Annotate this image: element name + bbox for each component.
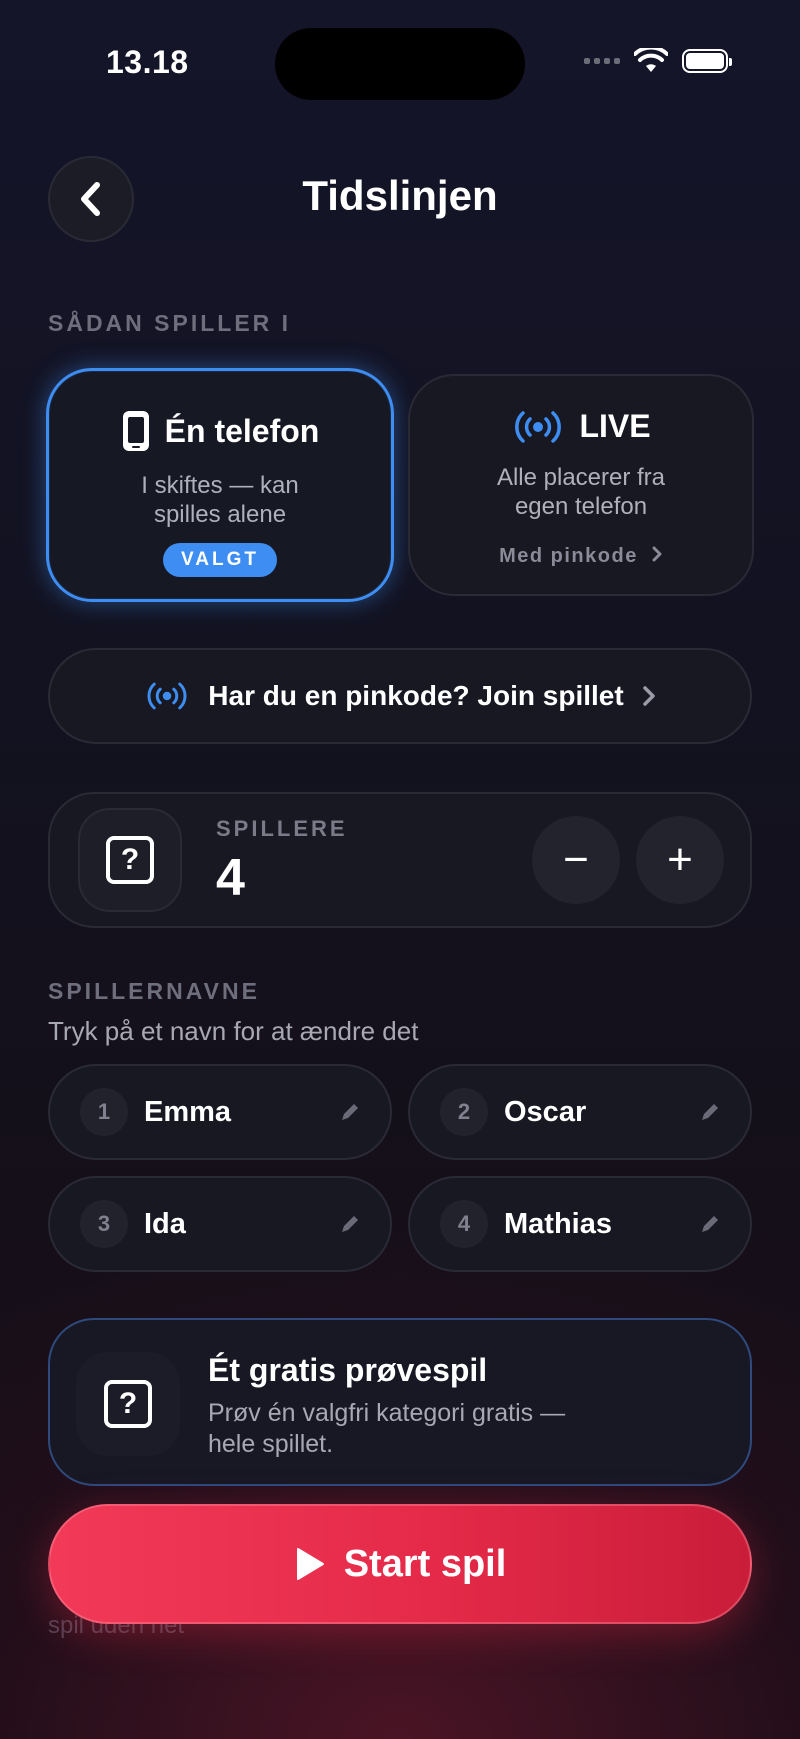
free-trial-card[interactable]: ? Ét gratis prøvespil Prøv én valgfri ka…: [48, 1318, 752, 1486]
trial-title: Ét gratis prøvespil: [208, 1352, 488, 1388]
player-name-chip[interactable]: 1 Emma: [48, 1064, 392, 1160]
pencil-icon: [702, 1104, 718, 1120]
join-label: Har du en pinkode? Join spillet: [208, 680, 624, 711]
status-icons: [584, 48, 732, 74]
mode-desc-line: I skiftes — kan: [141, 472, 299, 499]
names-hint: Tryk på et navn for at ændre det: [48, 1016, 419, 1046]
mode-desc-line: egen telefon: [514, 493, 648, 520]
mode-card-one-phone[interactable]: Én telefon I skiftes — kan spilles alene…: [46, 368, 394, 602]
join-with-pin-button[interactable]: Har du en pinkode? Join spillet: [48, 648, 752, 744]
trial-description: Prøv én valgfri kategori gratis — hele s…: [208, 1398, 565, 1460]
mode-card-live[interactable]: LIVE Alle placerer fra egen telefon Med …: [408, 374, 754, 596]
decrease-players-button[interactable]: −: [532, 816, 620, 904]
player-count-value: 4: [216, 849, 245, 907]
names-section-label: SPILLERNAVNE: [48, 978, 260, 1004]
player-number: 3: [80, 1200, 128, 1248]
player-name: Ida: [144, 1207, 186, 1240]
start-game-label: Start spil: [343, 1542, 507, 1585]
increase-players-button[interactable]: +: [636, 816, 724, 904]
mode-section-label: SÅDAN SPILLER I: [48, 310, 292, 336]
selected-badge: VALGT: [163, 543, 277, 577]
player-name-chip[interactable]: 3 Ida: [48, 1176, 392, 1272]
player-name-chip[interactable]: 4 Mathias: [408, 1176, 752, 1272]
player-count-label: SPILLERE: [216, 816, 348, 841]
mode-desc-line: Alle placerer fra: [496, 464, 666, 491]
player-icon-tile: ?: [78, 808, 182, 912]
mode-description: I skiftes — kan spilles alene: [49, 471, 391, 529]
player-name: Emma: [144, 1095, 232, 1128]
player-number: 4: [440, 1200, 488, 1248]
mode-title-row: LIVE: [410, 408, 752, 445]
player-number: 2: [440, 1088, 488, 1136]
start-game-button[interactable]: Start spil: [48, 1504, 752, 1624]
question-mark-icon: ?: [104, 1380, 152, 1428]
status-time: 13.18: [106, 44, 189, 80]
mode-description: Alle placerer fra egen telefon: [410, 463, 752, 521]
broadcast-icon: [515, 410, 562, 443]
pencil-icon: [342, 1216, 358, 1232]
mode-title: Én telefon: [164, 412, 320, 449]
chevron-right-icon: [652, 546, 662, 562]
trial-desc-line: Prøv én valgfri kategori gratis —: [208, 1399, 566, 1427]
signal-icon: [584, 58, 620, 64]
mode-desc-line: spilles alene: [153, 501, 287, 528]
pencil-icon: [342, 1104, 358, 1120]
question-mark-icon: ?: [106, 836, 154, 884]
trial-desc-line: hele spillet.: [208, 1430, 334, 1458]
battery-icon: [682, 49, 732, 73]
mode-title-row: Én telefon: [49, 409, 391, 453]
play-icon: [296, 1548, 324, 1580]
wifi-icon: [634, 48, 668, 72]
player-name: Oscar: [504, 1095, 587, 1128]
dynamic-island: [275, 28, 525, 100]
chevron-right-icon: [642, 686, 655, 706]
page-title: Tidslinjen: [302, 172, 498, 219]
broadcast-icon: [147, 682, 187, 710]
trial-icon-tile: ?: [76, 1352, 180, 1456]
player-count-card: ? SPILLERE 4 − +: [48, 792, 752, 928]
player-number: 1: [80, 1088, 128, 1136]
player-name-chip[interactable]: 2 Oscar: [408, 1064, 752, 1160]
mode-title: LIVE: [579, 408, 651, 444]
pin-code-link-label: Med pinkode: [499, 545, 638, 567]
phone-icon: [122, 411, 149, 451]
player-name: Mathias: [504, 1207, 612, 1240]
pencil-icon: [702, 1216, 718, 1232]
pin-code-link[interactable]: Med pinkode: [410, 545, 752, 568]
